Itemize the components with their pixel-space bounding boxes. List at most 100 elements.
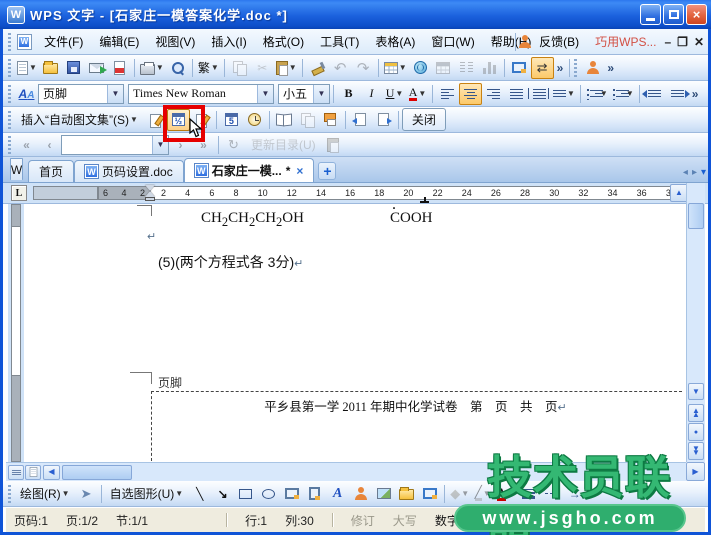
line-spacing-button[interactable]: ▼	[548, 83, 577, 105]
horizontal-scroll-thumb[interactable]	[62, 464, 132, 480]
toolbar-grip[interactable]	[8, 32, 11, 51]
previous-page-button[interactable]: ▲ ▲	[688, 404, 704, 422]
redo-button[interactable]: ↷	[352, 57, 375, 79]
bold-button[interactable]: B	[337, 83, 360, 105]
clipart-button[interactable]	[349, 483, 372, 505]
doc-restore-button[interactable]: ❐	[677, 35, 688, 49]
page-view-button[interactable]	[25, 464, 41, 480]
status-track-changes[interactable]: 修订	[351, 512, 375, 529]
style-combobox[interactable]: 页脚 ▼	[38, 83, 124, 104]
menu-item[interactable]: 编辑(E)	[91, 30, 147, 53]
footer-text[interactable]: 平乡县第一学 2011 年期中化学试卷 第 页 共 页↵	[151, 396, 680, 415]
menu-promo-link[interactable]: 巧用WPS...	[587, 30, 664, 53]
insert-page-number-button[interactable]	[144, 109, 167, 131]
insert-date-button[interactable]: 5	[220, 109, 243, 131]
tab-current-document[interactable]: W 石家庄一模... * ×	[183, 158, 315, 182]
styles-and-formatting-button[interactable]: AA	[15, 83, 38, 105]
location-combobox[interactable]: ▼	[61, 134, 169, 155]
line-button[interactable]: ╲	[188, 483, 211, 505]
normal-view-button[interactable]	[8, 464, 24, 480]
toolbar-grip[interactable]	[574, 58, 578, 77]
decrease-indent-button[interactable]	[641, 83, 666, 105]
vertical-textbox-button[interactable]	[303, 483, 326, 505]
numbering-button[interactable]: ▼	[584, 83, 610, 105]
hyperlink-button[interactable]	[409, 57, 432, 79]
scroll-down-button[interactable]: ▼	[688, 383, 704, 400]
tab-scroll-right-button[interactable]: ▸	[692, 167, 697, 178]
send-mail-button[interactable]	[85, 57, 108, 79]
new-document-button[interactable]: ▼	[15, 57, 39, 79]
increase-indent-button[interactable]	[666, 83, 690, 105]
minimize-button[interactable]	[640, 4, 661, 25]
textbox-button[interactable]	[280, 483, 303, 505]
arrow-button[interactable]: ↘	[211, 483, 234, 505]
show-document-text-button[interactable]	[296, 109, 319, 131]
reading-layout-button[interactable]	[508, 57, 531, 79]
document-map-button[interactable]	[478, 57, 501, 79]
new-tab-button[interactable]: +	[318, 162, 337, 180]
oval-button[interactable]	[257, 483, 280, 505]
draw-menu-button[interactable]: 绘图(R) ▼	[15, 483, 75, 505]
close-header-footer-button[interactable]: 关闭	[401, 108, 446, 131]
document-page[interactable]: CH2CH2CH2OH COOH · ↵ (5)(两个方程式各 3分)↵ 页脚 …	[6, 201, 705, 462]
menu-item[interactable]: 插入(I)	[203, 30, 254, 53]
page-setup-button[interactable]	[273, 109, 296, 131]
open-button[interactable]	[39, 57, 62, 79]
paste-button[interactable]: ▼	[274, 57, 299, 79]
insert-autotext-button[interactable]: 插入“自动图文集”(S) ▼	[15, 109, 144, 131]
font-size-combobox[interactable]: 小五 ▼	[278, 83, 330, 104]
formatting-marks-toggle[interactable]: ⇄	[530, 56, 554, 79]
justify-button[interactable]	[505, 83, 528, 105]
insert-table-button[interactable]: ▼	[382, 57, 409, 79]
menu-item[interactable]: 文件(F)	[36, 30, 91, 53]
home-button[interactable]: W	[5, 158, 28, 180]
columns-button[interactable]	[455, 57, 478, 79]
font-size-dropdown-arrow[interactable]: ▼	[313, 84, 329, 103]
tab-scroll-left-button[interactable]: ◂	[683, 167, 688, 178]
toolbar-grip[interactable]	[8, 84, 11, 103]
toc-settings-button[interactable]	[322, 134, 345, 156]
scroll-left-button[interactable]: ◀	[43, 464, 60, 480]
font-combobox[interactable]: Times New Roman ▼	[128, 83, 274, 104]
back-button[interactable]: ‹	[38, 134, 61, 156]
insert-time-button[interactable]	[243, 109, 266, 131]
close-button[interactable]: ×	[686, 4, 707, 25]
copy-button[interactable]	[228, 57, 251, 79]
italic-button[interactable]: I	[360, 83, 383, 105]
tab-stop-selector[interactable]: L	[11, 185, 27, 201]
menu-item[interactable]: 窗口(W)	[423, 30, 482, 53]
table-properties-button[interactable]	[432, 57, 455, 79]
font-dropdown-arrow[interactable]: ▼	[257, 84, 273, 103]
select-browse-object-button[interactable]: ●	[688, 423, 704, 441]
show-next-button[interactable]	[372, 109, 395, 131]
maximize-button[interactable]	[663, 4, 684, 25]
insert-page-count-button[interactable]: ½	[166, 108, 190, 131]
switch-header-footer-button[interactable]	[319, 109, 342, 131]
style-dropdown-arrow[interactable]: ▼	[107, 84, 123, 103]
cut-button[interactable]: ✂	[251, 57, 274, 79]
tab-close-button[interactable]: ×	[296, 164, 303, 178]
doc-close-button[interactable]: ✕	[694, 35, 704, 49]
vertical-scrollbar[interactable]: ▼ ▲ ▲ ● ▼ ▼	[686, 183, 705, 462]
underline-button[interactable]: U ▼	[383, 83, 406, 105]
export-pdf-button[interactable]	[108, 57, 131, 79]
align-left-button[interactable]	[436, 83, 459, 105]
print-preview-button[interactable]	[166, 57, 189, 79]
show-previous-button[interactable]	[349, 109, 372, 131]
align-center-button[interactable]	[459, 82, 482, 105]
location-dropdown-arrow[interactable]: ▼	[152, 135, 168, 154]
save-button[interactable]	[62, 57, 85, 79]
toolbar-grip[interactable]	[8, 58, 11, 77]
align-right-button[interactable]	[482, 83, 505, 105]
undo-button[interactable]: ↶	[329, 57, 352, 79]
account-toolbar-overflow-button[interactable]: »	[604, 61, 617, 75]
hanging-indent-marker[interactable]	[145, 191, 155, 197]
print-button[interactable]: ▼	[138, 57, 166, 79]
insert-picture-button[interactable]	[372, 483, 395, 505]
refresh-toc-button[interactable]: ↻	[222, 134, 245, 156]
autoshapes-button[interactable]: 自选图形(U) ▼	[105, 483, 189, 505]
left-indent-marker[interactable]	[145, 197, 155, 201]
menu-item[interactable]: 工具(T)	[312, 30, 367, 53]
toolbar-overflow-button[interactable]: »	[554, 61, 567, 75]
fill-color-button[interactable]: ◆ ▼	[448, 483, 471, 505]
